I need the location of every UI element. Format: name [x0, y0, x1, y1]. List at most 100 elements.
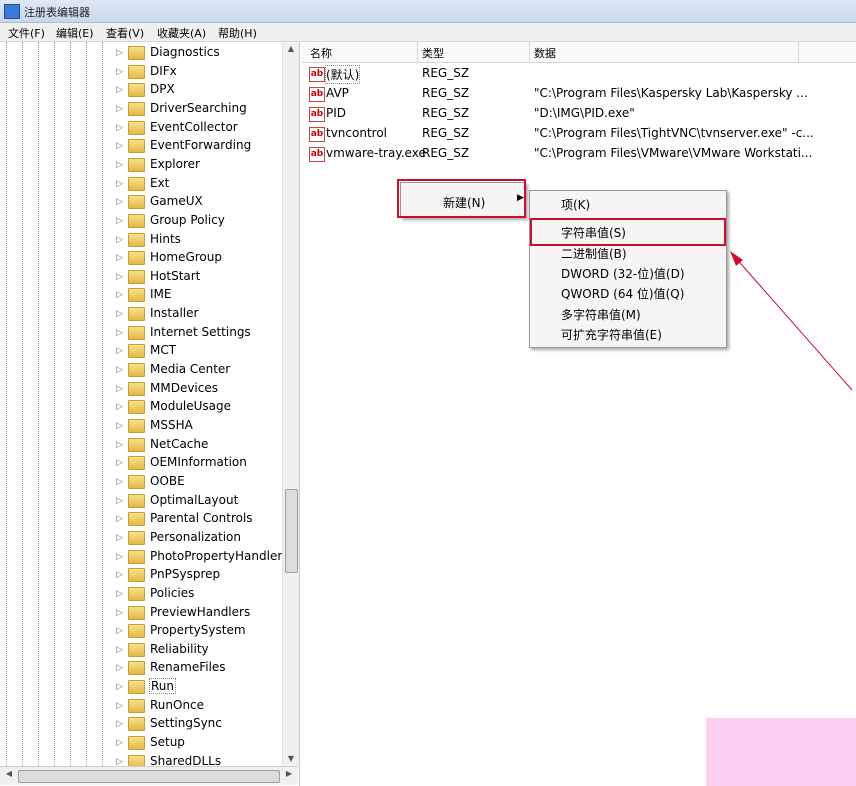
expand-arrow-icon[interactable]: ▷	[116, 289, 126, 301]
submenu-item[interactable]: QWORD (64 位)值(Q)	[561, 285, 684, 302]
tree-item[interactable]: ▷ MSSHA	[116, 417, 286, 435]
submenu-item[interactable]: DWORD (32-位)值(D)	[561, 265, 685, 282]
expand-arrow-icon[interactable]: ▷	[116, 625, 126, 637]
menu-file[interactable]: 文件(F)	[8, 25, 45, 41]
tree-vertical-scrollbar[interactable]: ▲ ▼	[282, 42, 299, 766]
expand-arrow-icon[interactable]: ▷	[116, 66, 126, 78]
expand-arrow-icon[interactable]: ▷	[116, 140, 126, 152]
expand-arrow-icon[interactable]: ▷	[116, 495, 126, 507]
column-separator[interactable]	[529, 42, 530, 62]
expand-arrow-icon[interactable]: ▷	[116, 569, 126, 581]
expand-arrow-icon[interactable]: ▷	[116, 159, 126, 171]
values-list[interactable]: 名称 类型 数据 ab (默认) REG_SZ ab AVP REG_SZ "C:\Prog…	[302, 42, 856, 786]
column-data[interactable]: 数据	[534, 45, 556, 61]
tree-item[interactable]: ▷ EventCollector	[116, 119, 286, 137]
expand-arrow-icon[interactable]: ▷	[116, 737, 126, 749]
tree-item[interactable]: ▷ Media Center	[116, 361, 286, 379]
expand-arrow-icon[interactable]: ▷	[116, 327, 126, 339]
expand-arrow-icon[interactable]: ▷	[116, 178, 126, 190]
tree-item[interactable]: ▷ Ext	[116, 175, 286, 193]
tree-item[interactable]: ▷ GameUX	[116, 193, 286, 211]
expand-arrow-icon[interactable]: ▷	[116, 644, 126, 656]
tree-item[interactable]: ▷ HotStart	[116, 268, 286, 286]
tree-item[interactable]: ▷ MMDevices	[116, 380, 286, 398]
tree-item[interactable]: ▷ SettingSync	[116, 715, 286, 733]
expand-arrow-icon[interactable]: ▷	[116, 551, 126, 563]
expand-arrow-icon[interactable]: ▷	[116, 215, 126, 227]
tree-item[interactable]: ▷ Group Policy	[116, 212, 286, 230]
tree-item[interactable]: ▷ Installer	[116, 305, 286, 323]
expand-arrow-icon[interactable]: ▷	[116, 252, 126, 264]
tree-item[interactable]: ▷ MCT	[116, 342, 286, 360]
tree-item[interactable]: ▷ PreviewHandlers	[116, 604, 286, 622]
table-row[interactable]: ab (默认) REG_SZ	[302, 64, 856, 84]
tree-item[interactable]: ▷ NetCache	[116, 436, 286, 454]
table-row[interactable]: ab PID REG_SZ "D:\IMG\PID.exe"	[302, 104, 856, 124]
submenu-item[interactable]: 二进制值(B)	[561, 245, 627, 262]
expand-arrow-icon[interactable]: ▷	[116, 607, 126, 619]
expand-arrow-icon[interactable]: ▷	[116, 364, 126, 376]
tree-item[interactable]: ▷ RenameFiles	[116, 659, 286, 677]
tree-item[interactable]: ▷ Diagnostics	[116, 44, 286, 62]
tree-item[interactable]: ▷ Explorer	[116, 156, 286, 174]
menu-help[interactable]: 帮助(H)	[218, 25, 257, 41]
tree-item[interactable]: ▷ Parental Controls	[116, 510, 286, 528]
tree-item[interactable]: ▷ DriverSearching	[116, 100, 286, 118]
scroll-down-arrow-icon[interactable]: ▼	[283, 752, 299, 766]
expand-arrow-icon[interactable]: ▷	[116, 681, 126, 693]
expand-arrow-icon[interactable]: ▷	[116, 420, 126, 432]
expand-arrow-icon[interactable]: ▷	[116, 700, 126, 712]
scroll-thumb-horizontal[interactable]	[18, 770, 280, 783]
tree-item[interactable]: ▷ RunOnce	[116, 697, 286, 715]
tree-item[interactable]: ▷ EventForwarding	[116, 137, 286, 155]
menu-edit[interactable]: 编辑(E)	[56, 25, 94, 41]
table-row[interactable]: ab vmware-tray.exe REG_SZ "C:\Program Files…	[302, 144, 856, 164]
expand-arrow-icon[interactable]: ▷	[116, 662, 126, 674]
column-separator[interactable]	[417, 42, 418, 62]
tree-item[interactable]: ▷ OEMInformation	[116, 454, 286, 472]
expand-arrow-icon[interactable]: ▷	[116, 234, 126, 246]
submenu-item[interactable]: 项(K)	[561, 196, 590, 213]
expand-arrow-icon[interactable]: ▷	[116, 401, 126, 413]
tree-item[interactable]: ▷ HomeGroup	[116, 249, 286, 267]
tree-item[interactable]: ▷ Internet Settings	[116, 324, 286, 342]
tree-item[interactable]: ▷ PhotoPropertyHandler	[116, 548, 286, 566]
table-row[interactable]: ab tvncontrol REG_SZ "C:\Program Files\Tigh…	[302, 124, 856, 144]
tree-item[interactable]: ▷ ModuleUsage	[116, 398, 286, 416]
submenu-item[interactable]: 可扩充字符串值(E)	[561, 326, 662, 343]
tree-item[interactable]: ▷ Setup	[116, 734, 286, 752]
column-type[interactable]: 类型	[422, 45, 444, 61]
menu-view[interactable]: 查看(V)	[106, 25, 144, 41]
expand-arrow-icon[interactable]: ▷	[116, 588, 126, 600]
registry-tree[interactable]: ▷ Diagnostics ▷ DIFx ▷ DPX ▷ DriverSearching ▷ Ev…	[0, 42, 300, 786]
expand-arrow-icon[interactable]: ▷	[116, 47, 126, 59]
tree-item[interactable]: ▷ Policies	[116, 585, 286, 603]
expand-arrow-icon[interactable]: ▷	[116, 308, 126, 320]
tree-item[interactable]: ▷ OOBE	[116, 473, 286, 491]
expand-arrow-icon[interactable]: ▷	[116, 103, 126, 115]
expand-arrow-icon[interactable]: ▷	[116, 345, 126, 357]
scroll-left-arrow-icon[interactable]: ◀	[2, 769, 16, 778]
expand-arrow-icon[interactable]: ▷	[116, 718, 126, 730]
table-row[interactable]: ab AVP REG_SZ "C:\Program Files\Kaspersky L…	[302, 84, 856, 104]
tree-item[interactable]: ▷ DIFx	[116, 63, 286, 81]
expand-arrow-icon[interactable]: ▷	[116, 439, 126, 451]
expand-arrow-icon[interactable]: ▷	[116, 476, 126, 488]
scroll-up-arrow-icon[interactable]: ▲	[283, 42, 299, 56]
column-name[interactable]: 名称	[310, 45, 332, 61]
expand-arrow-icon[interactable]: ▷	[116, 196, 126, 208]
tree-item[interactable]: ▷ PropertySystem	[116, 622, 286, 640]
tree-item[interactable]: ▷ OptimalLayout	[116, 492, 286, 510]
tree-item[interactable]: ▷ DPX	[116, 81, 286, 99]
menu-favorites[interactable]: 收藏夹(A)	[157, 25, 206, 41]
tree-item[interactable]: ▷ Hints	[116, 231, 286, 249]
scroll-right-arrow-icon[interactable]: ▶	[282, 769, 296, 778]
tree-item[interactable]: ▷ Personalization	[116, 529, 286, 547]
column-separator[interactable]	[798, 42, 799, 62]
expand-arrow-icon[interactable]: ▷	[116, 513, 126, 525]
expand-arrow-icon[interactable]: ▷	[116, 84, 126, 96]
expand-arrow-icon[interactable]: ▷	[116, 271, 126, 283]
expand-arrow-icon[interactable]: ▷	[116, 122, 126, 134]
scroll-thumb[interactable]	[285, 489, 298, 573]
tree-horizontal-scrollbar[interactable]: ◀ ▶	[0, 766, 298, 785]
